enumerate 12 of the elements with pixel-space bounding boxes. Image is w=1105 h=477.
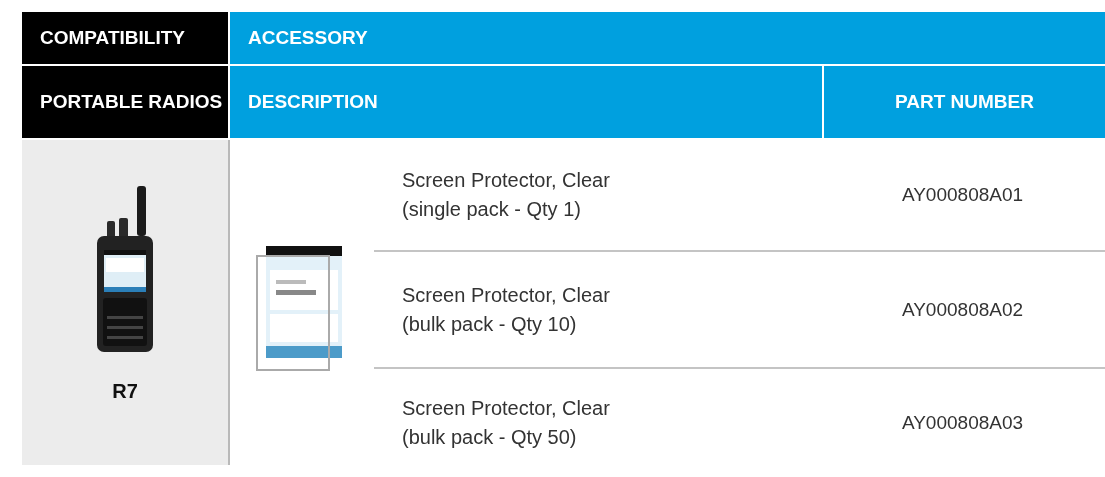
column-header: DESCRIPTION xyxy=(230,66,822,138)
row-header: PORTABLE RADIOS xyxy=(22,66,228,138)
description-cell-text: Screen Protector, Clear (bulk pack - Qty 50) xyxy=(401,396,611,450)
part-number-cell-text: AY000808A01 xyxy=(900,184,1025,206)
part-number-cell-text: AY000808A03 xyxy=(900,412,1025,434)
part-number-cell-text: AY000808A02 xyxy=(900,298,1025,321)
description-cell-text: Screen Protector, Clear (single pack - Qty 1) xyxy=(401,168,611,222)
model-name: R7 xyxy=(112,380,138,403)
column-header: PART NUMBER xyxy=(824,66,1105,138)
column-header: COMPATIBILITY xyxy=(22,12,228,64)
description-cell-text: Screen Protector, Clear (bulk pack - Qty 10) xyxy=(401,282,611,337)
column-header: ACCESSORY xyxy=(230,12,1105,64)
